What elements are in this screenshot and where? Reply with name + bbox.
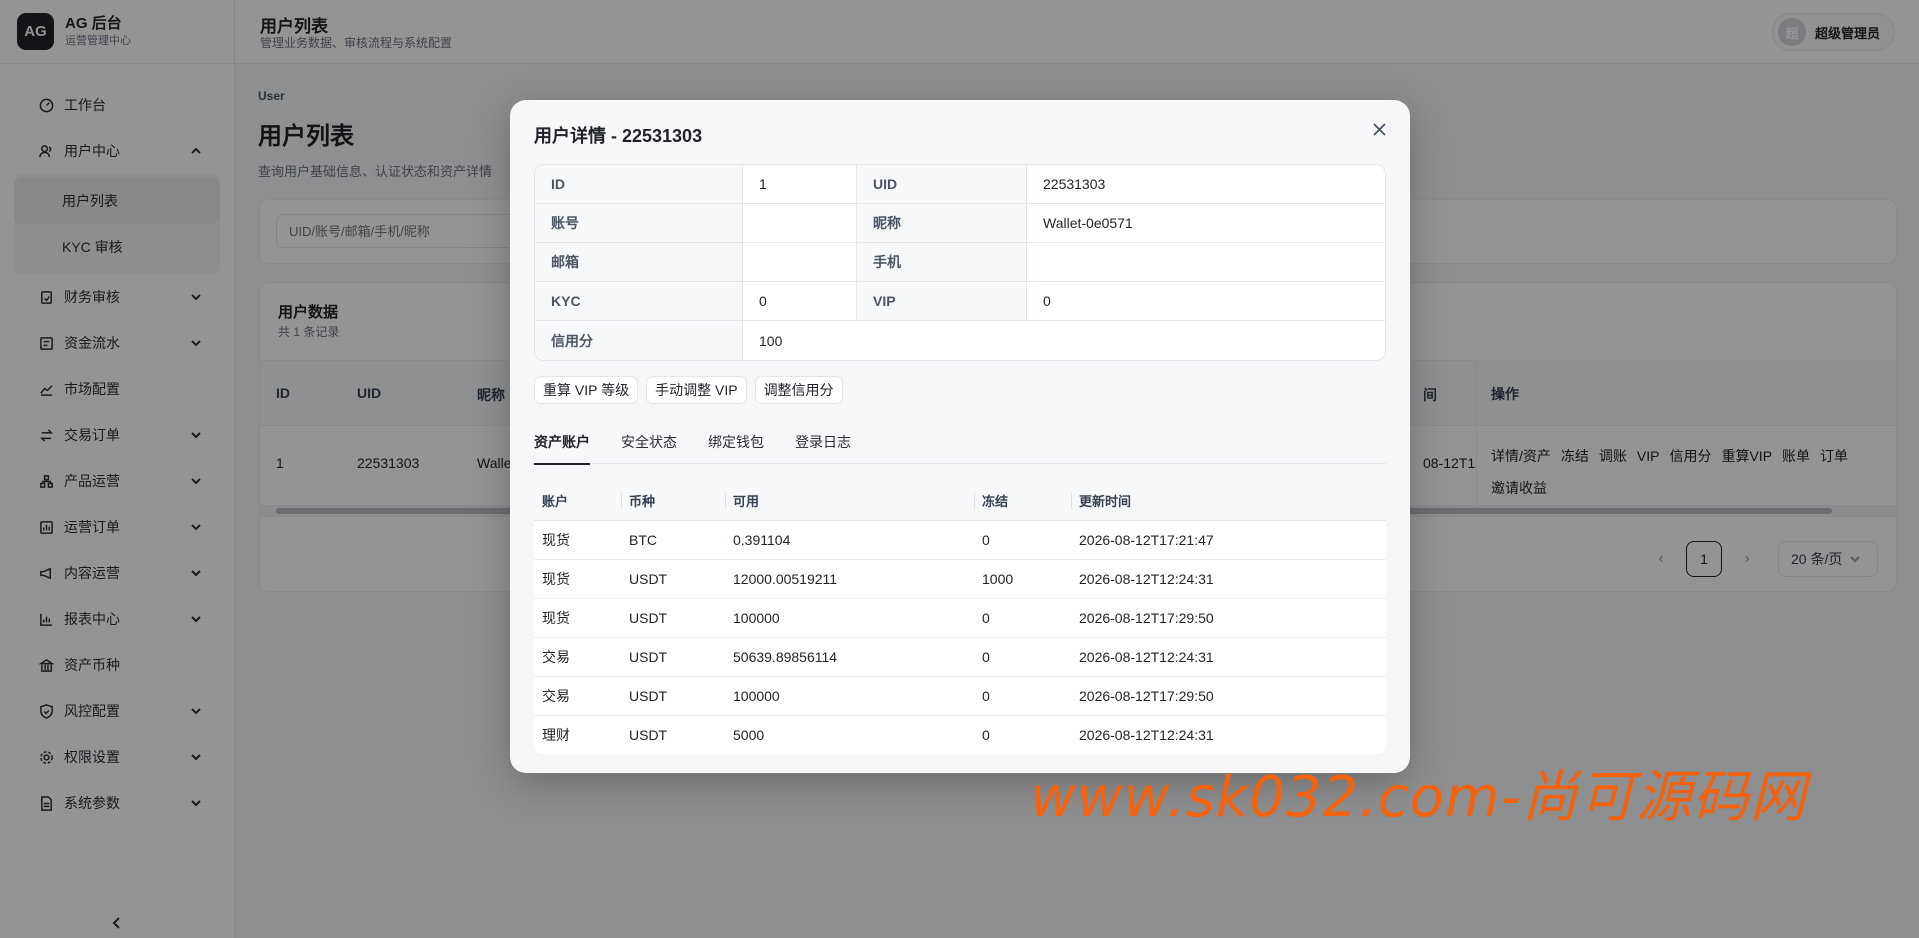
- cell-account: 现货: [534, 598, 621, 638]
- info-label: UID: [857, 165, 1027, 203]
- info-row: KYC 0 VIP 0: [535, 282, 1385, 321]
- info-label: 手机: [857, 243, 1027, 281]
- cell-frozen: 0: [974, 598, 1071, 638]
- cell-available: 50639.89856114: [725, 637, 974, 677]
- cell-account: 现货: [534, 520, 621, 560]
- cell-account: 交易: [534, 637, 621, 677]
- info-label: 昵称: [857, 204, 1027, 242]
- info-label: 邮箱: [535, 243, 743, 281]
- info-value: 0: [1043, 293, 1051, 309]
- cell-available: 100000: [725, 598, 974, 638]
- info-row: 邮箱 手机: [535, 243, 1385, 282]
- cell-updated-at: 2026-08-12T17:29:50: [1071, 598, 1386, 638]
- modal-actions: 重算 VIP 等级 手动调整 VIP 调整信用分: [534, 376, 851, 404]
- table-row: 理财 USDT 5000 0 2026-08-12T12:24:31: [534, 715, 1386, 754]
- cell-updated-at: 2026-08-12T12:24:31: [1071, 559, 1386, 599]
- user-info-grid: ID 1 UID 22531303 账号 昵称 Wallet-0e0571 邮箱…: [534, 164, 1386, 361]
- adjust-credit-button[interactable]: 调整信用分: [754, 376, 843, 404]
- table-row: 现货 BTC 0.391104 0 2026-08-12T17:21:47: [534, 520, 1386, 560]
- info-label: 账号: [535, 204, 743, 242]
- info-row: ID 1 UID 22531303: [535, 165, 1385, 204]
- info-value: [1027, 243, 1385, 281]
- cell-available: 5000: [733, 726, 765, 743]
- info-value: [743, 243, 857, 281]
- cell-updated-at: 2026-08-12T17:29:50: [1071, 676, 1386, 716]
- cell-available: 0.391104: [725, 520, 974, 560]
- column-header-frozen: 冻结: [974, 482, 1071, 521]
- column-header-updated-at: 更新时间: [1071, 482, 1386, 521]
- info-value: Wallet-0e0571: [1043, 215, 1133, 231]
- tab-asset-accounts[interactable]: 资产账户: [534, 422, 590, 465]
- table-row: 交易 USDT 100000 0 2026-08-12T17:29:50: [534, 676, 1386, 716]
- cell-frozen: 0: [974, 676, 1071, 716]
- tab-security-status[interactable]: 安全状态: [621, 422, 677, 464]
- cell-currency: USDT: [621, 637, 725, 677]
- info-row: 信用分 100: [535, 321, 1385, 360]
- close-icon[interactable]: [1368, 118, 1390, 140]
- cell-currency: BTC: [621, 520, 725, 560]
- info-label: ID: [535, 165, 743, 203]
- info-value: 1: [743, 165, 857, 203]
- modal-title: 用户详情 - 22531303: [534, 126, 703, 146]
- cell-updated-at: 2026-08-12T17:21:47: [1071, 520, 1386, 560]
- cell-currency: USDT: [621, 598, 725, 638]
- recalc-vip-button[interactable]: 重算 VIP 等级: [534, 376, 639, 404]
- watermark-text: www.sk032.com-尚可源码网: [1030, 765, 1807, 830]
- info-label: KYC: [535, 282, 743, 320]
- info-value: 22531303: [1043, 176, 1106, 192]
- column-header-available: 可用: [725, 482, 974, 521]
- cell-frozen: 0: [974, 637, 1071, 677]
- tab-login-logs[interactable]: 登录日志: [795, 422, 851, 464]
- info-label: VIP: [857, 282, 1027, 320]
- cell-available: 12000.00519211: [725, 559, 974, 599]
- cell-updated-at: 2026-08-12T12:24:31: [1071, 637, 1386, 677]
- cell-available: 100000: [725, 676, 974, 716]
- cell-frozen: 0: [974, 520, 1071, 560]
- column-header-account: 账户: [534, 482, 621, 521]
- info-value: 100: [759, 332, 783, 349]
- cell-frozen: 1000: [974, 559, 1071, 599]
- cell-currency: USDT: [621, 559, 725, 599]
- info-value: [743, 204, 857, 242]
- modal-tabs: 资产账户 安全状态 绑定钱包 登录日志: [534, 422, 1386, 465]
- tab-bound-wallets[interactable]: 绑定钱包: [708, 422, 764, 464]
- column-header-currency: 币种: [621, 482, 725, 521]
- info-value: 0: [743, 282, 857, 320]
- cell-currency: USDT: [621, 676, 725, 716]
- table-row: 交易 USDT 50639.89856114 0 2026-08-12T12:2…: [534, 637, 1386, 677]
- cell-updated-at: 2026-08-12T12:24:31: [1079, 726, 1214, 743]
- info-label: 信用分: [535, 321, 743, 360]
- asset-table: 账户 币种 可用 冻结 更新时间 现货 BTC 0.391104 0 2026-…: [534, 482, 1386, 754]
- table-row: 现货 USDT 12000.00519211 1000 2026-08-12T1…: [534, 559, 1386, 599]
- user-detail-modal: 用户详情 - 22531303 ID 1 UID 22531303 账号 昵称 …: [510, 100, 1410, 773]
- cell-account: 理财: [542, 726, 570, 743]
- cell-frozen: 0: [982, 726, 990, 743]
- cell-currency: USDT: [629, 726, 668, 743]
- info-row: 账号 昵称 Wallet-0e0571: [535, 204, 1385, 243]
- table-row: 现货 USDT 100000 0 2026-08-12T17:29:50: [534, 598, 1386, 638]
- manual-adjust-vip-button[interactable]: 手动调整 VIP: [646, 376, 747, 404]
- cell-account: 现货: [534, 559, 621, 599]
- cell-account: 交易: [534, 676, 621, 716]
